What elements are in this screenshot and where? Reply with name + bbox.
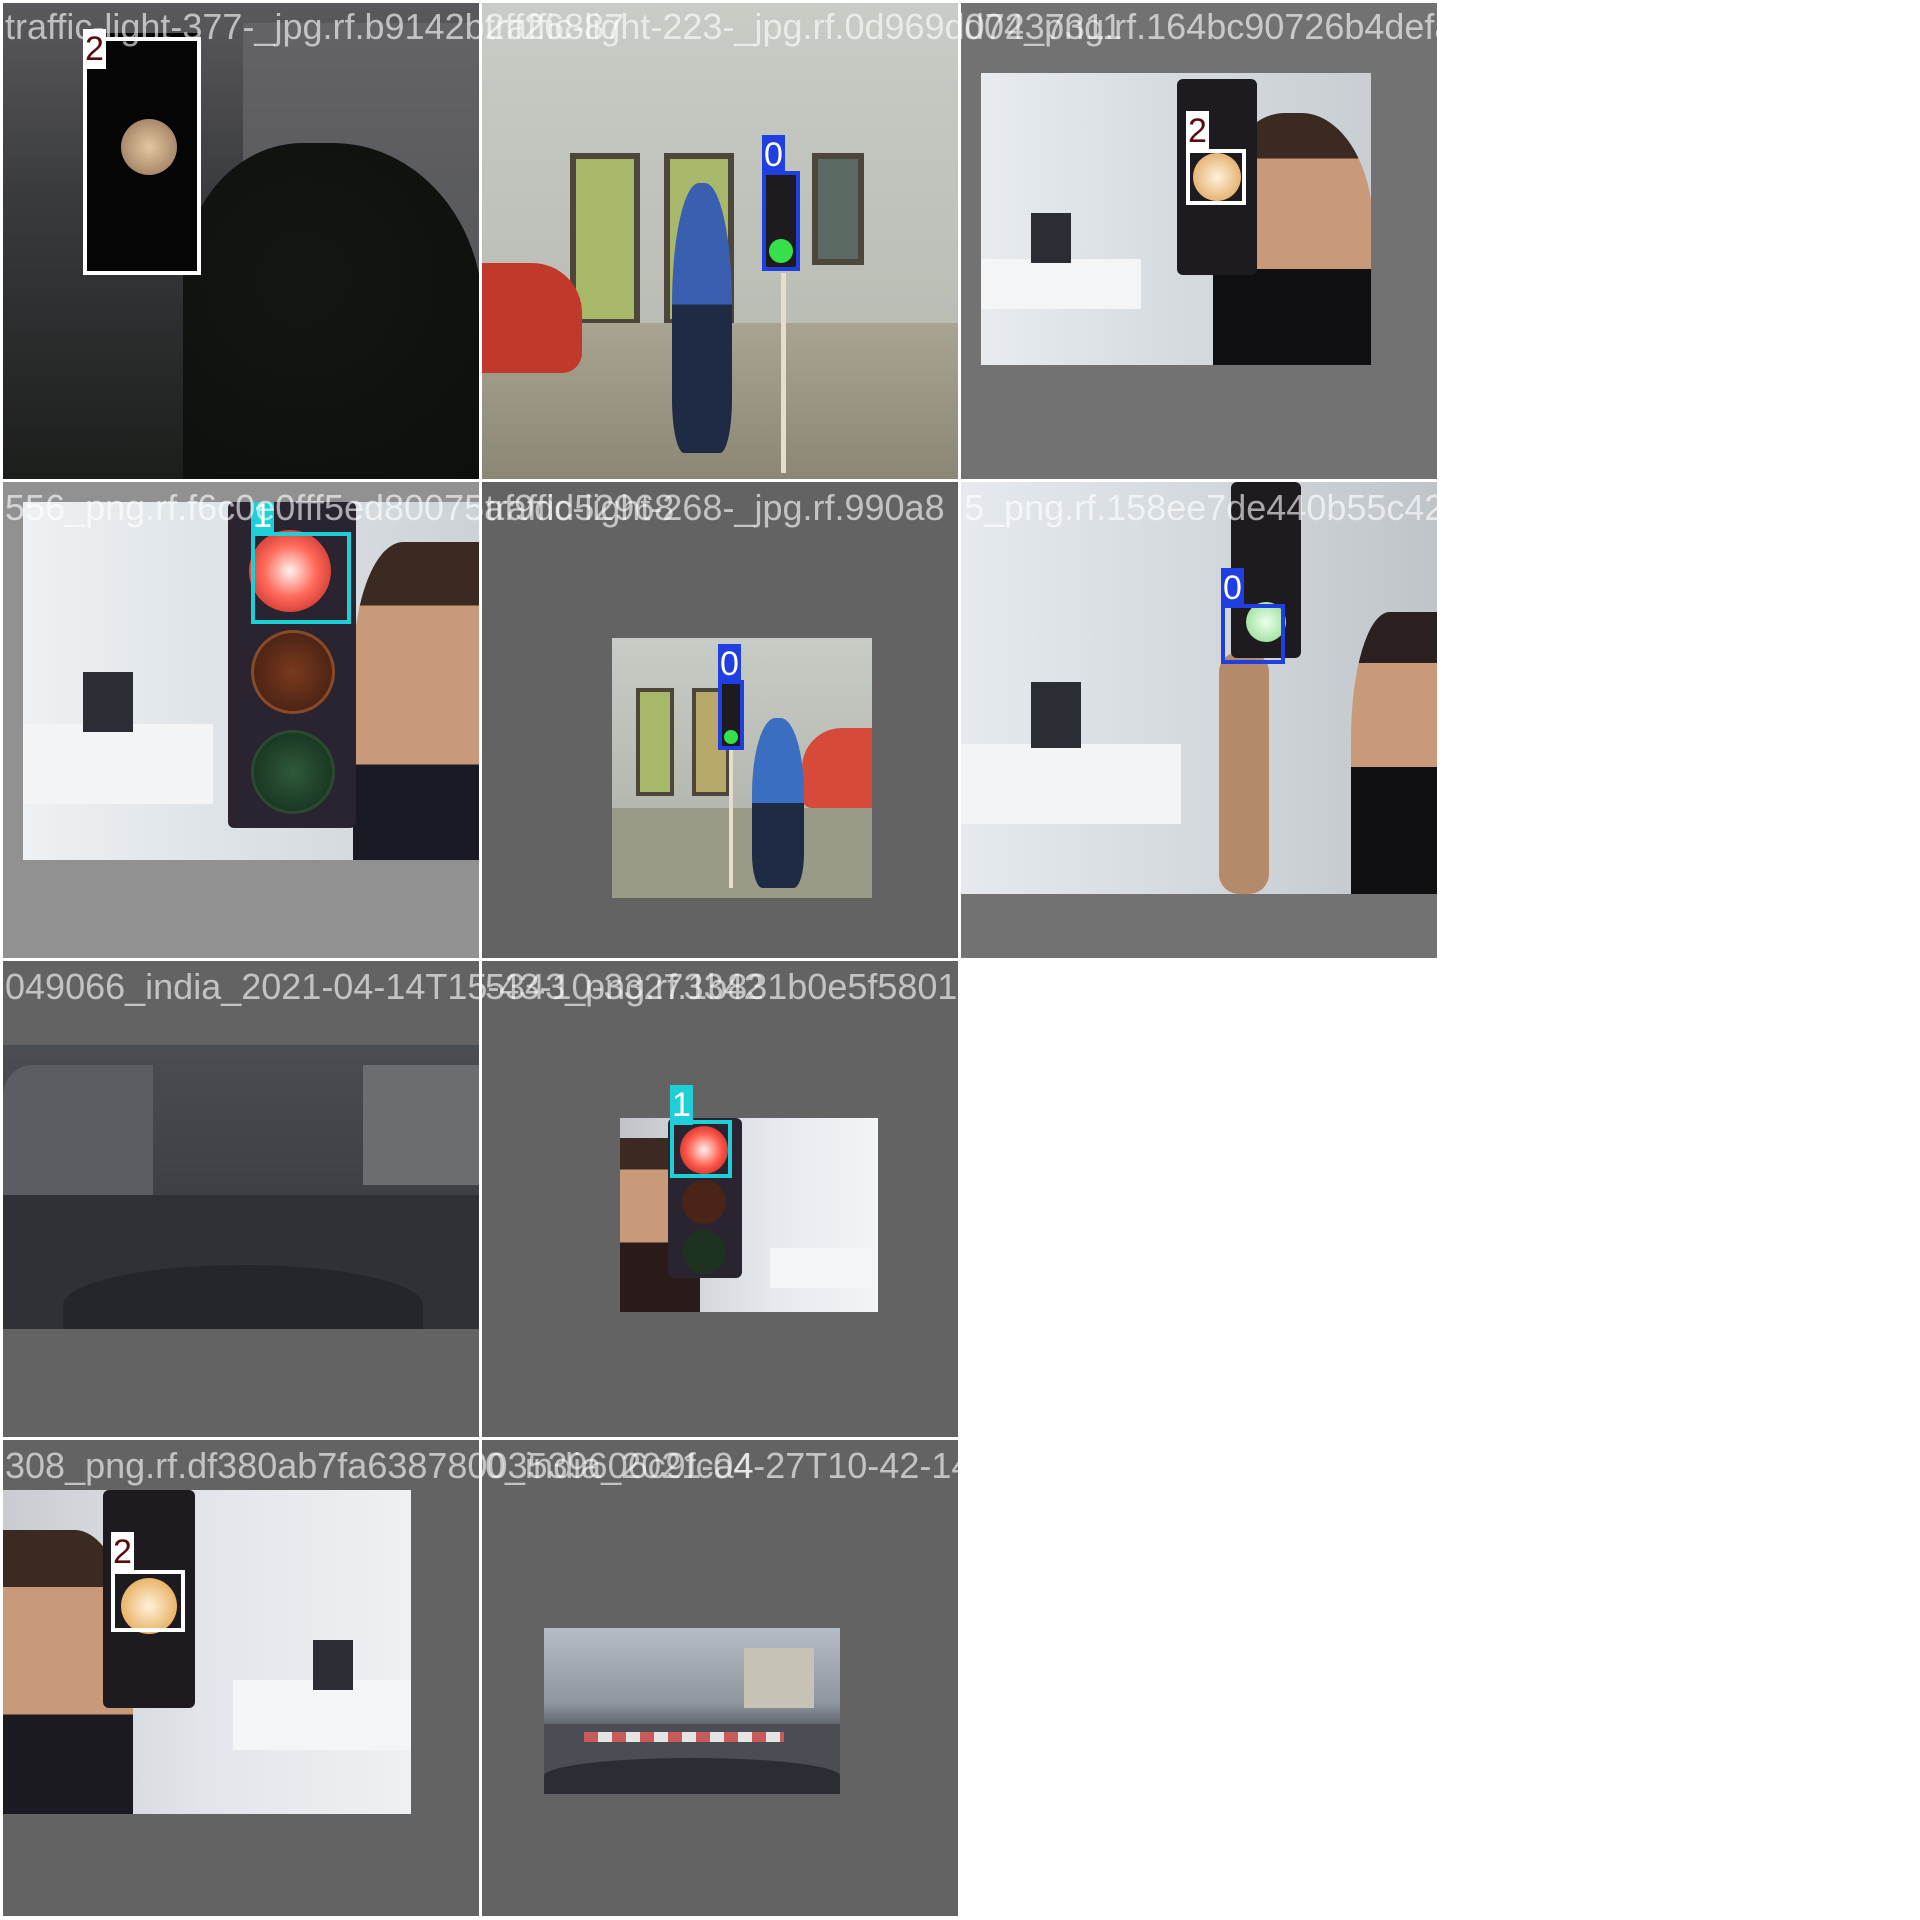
pole <box>729 748 733 888</box>
mosaic-tile-10 <box>482 1440 958 1916</box>
man <box>353 542 479 860</box>
detection-box <box>111 1570 185 1632</box>
mosaic-tile-3: 2 <box>961 3 1437 479</box>
photo: 0 <box>961 482 1437 894</box>
detection-box <box>251 532 351 624</box>
monitor <box>313 1640 353 1690</box>
mosaic-tile-8: 1 <box>482 961 958 1437</box>
mosaic-tile-7 <box>3 961 479 1437</box>
table <box>981 259 1141 309</box>
detection-box <box>1186 149 1246 205</box>
monitor <box>1031 213 1071 263</box>
photo: 2 <box>3 1490 411 1814</box>
red-car <box>482 263 582 373</box>
mosaic-tile-9: 2 <box>3 1440 479 1916</box>
class-label: 2 <box>83 29 106 69</box>
detection-box <box>1221 604 1285 664</box>
mosaic-tile-1: 2 <box>3 3 479 479</box>
detection-box <box>670 1120 732 1178</box>
mosaic-tile-6: 0 <box>961 482 1437 958</box>
detection-box <box>718 680 744 750</box>
person <box>672 183 732 453</box>
green-lamp <box>682 1230 726 1274</box>
detection-box <box>83 37 201 275</box>
door-1 <box>636 688 674 796</box>
photo <box>544 1628 840 1794</box>
ground <box>612 808 872 898</box>
green-lamp <box>251 730 335 814</box>
car-hood <box>544 1758 840 1794</box>
person <box>752 718 804 888</box>
building <box>744 1648 814 1708</box>
trees <box>183 143 479 479</box>
mosaic-tile-2: 0 <box>482 3 958 479</box>
class-label: 2 <box>111 1532 134 1572</box>
monitor <box>1031 682 1081 748</box>
pole <box>781 273 786 473</box>
mosaic-tile-4: 1 <box>3 482 479 958</box>
building-right <box>363 1065 479 1185</box>
detection-box <box>762 171 800 271</box>
photo <box>620 1118 878 1312</box>
red-car <box>802 728 872 808</box>
arm <box>1219 652 1269 894</box>
class-label: 1 <box>251 502 274 536</box>
photo <box>3 1045 479 1329</box>
table <box>23 724 213 804</box>
class-label: 2 <box>1186 111 1209 151</box>
mosaic-tile-5: 0 <box>482 482 958 958</box>
photo: 1 <box>23 502 479 860</box>
photo: 2 <box>981 73 1371 365</box>
building-left <box>3 1065 153 1195</box>
monitor <box>83 672 133 732</box>
man <box>1351 612 1437 894</box>
window <box>812 153 864 265</box>
table <box>770 1248 878 1288</box>
photo: 0 <box>612 638 872 898</box>
amber-lamp <box>251 630 335 714</box>
table <box>961 744 1181 824</box>
class-label: 0 <box>762 135 785 175</box>
class-label: 0 <box>718 644 741 684</box>
door-1 <box>570 153 640 325</box>
class-label: 0 <box>1221 568 1244 608</box>
table <box>233 1680 411 1750</box>
class-label: 1 <box>670 1085 693 1125</box>
amber-lamp <box>682 1180 726 1224</box>
crosswalk <box>584 1732 784 1742</box>
